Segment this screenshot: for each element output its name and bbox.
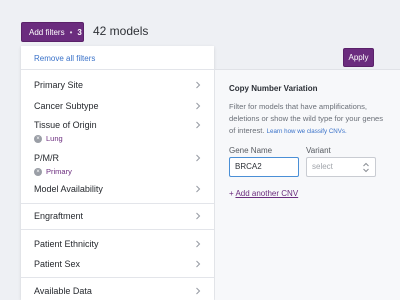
add-another-cnv-link[interactable]: + Add another CNV [229,189,298,198]
sidebar-item-tissue-of-origin[interactable]: Tissue of Origin × Lung [34,120,202,146]
cnv-filter-panel: Copy Number Variation Filter for models … [215,69,400,300]
chevron-right-icon [194,185,202,193]
variant-select[interactable]: select [306,157,376,177]
chevron-right-icon [194,81,202,89]
add-filters-button[interactable]: Add filters • 3 [21,22,84,42]
sidebar-item-label: Patient Sex [34,259,81,269]
chevron-right-icon [194,260,202,268]
variant-label: Variant [306,146,331,155]
sidebar-item-label: Engraftment [34,211,84,221]
add-cnv-label: Add another CNV [235,189,299,198]
models-count: 42 models [93,24,149,38]
separator-dot: • [69,27,73,37]
panel-title: Copy Number Variation [229,84,318,93]
divider [21,277,214,278]
gene-name-label: Gene Name [229,146,273,155]
chip-label: Primary [46,167,72,176]
filter-chip: × Primary [34,167,72,176]
filters-count-badge: 3 [77,27,82,37]
add-filters-label: Add filters [29,27,65,37]
top-bar: Add filters • 3 42 models [0,0,400,46]
sidebar-item-model-availability[interactable]: Model Availability [34,184,202,196]
divider [21,69,214,70]
sidebar-item-label: Model Availability [34,184,103,194]
variant-select-placeholder: select [312,162,333,171]
chevron-right-icon [194,102,202,110]
sidebar-item-label: Patient Ethnicity [34,239,99,249]
sidebar-item-available-data[interactable]: Available Data [34,286,202,298]
apply-button[interactable]: Apply [343,48,374,67]
sidebar-item-label: Available Data [34,286,92,296]
divider [21,229,214,230]
sidebar-item-patient-ethnicity[interactable]: Patient Ethnicity [34,239,202,251]
chevron-right-icon [194,154,202,162]
panel-description: Filter for models that have amplificatio… [229,101,389,138]
select-updown-icon [362,162,370,173]
chevron-right-icon [194,240,202,248]
sidebar-item-patient-sex[interactable]: Patient Sex [34,259,202,271]
chevron-right-icon [194,287,202,295]
chevron-right-icon [194,212,202,220]
filter-sidebar: Remove all filters Primary Site Cancer S… [21,46,214,300]
sidebar-item-label: Cancer Subtype [34,101,99,111]
filter-chip: × Lung [34,134,63,143]
sidebar-item-label: Primary Site [34,80,84,90]
sidebar-item-label: Tissue of Origin [34,120,97,130]
divider [21,203,214,204]
sidebar-item-cancer-subtype[interactable]: Cancer Subtype [34,101,202,113]
gene-name-input[interactable]: BRCA2 [229,157,299,177]
sidebar-item-engraftment[interactable]: Engraftment [34,211,202,223]
sidebar-item-primary-site[interactable]: Primary Site [34,80,202,92]
sidebar-item-label: P/M/R [34,153,60,163]
sidebar-item-pmr[interactable]: P/M/R × Primary [34,153,202,179]
remove-chip-icon[interactable]: × [34,167,42,176]
chip-label: Lung [46,134,63,143]
chevron-right-icon [194,121,202,129]
plus-icon: + [229,189,234,198]
learn-cnv-link[interactable]: Learn how we classify CNVs. [267,128,347,135]
remove-chip-icon[interactable]: × [34,134,42,143]
remove-all-filters-link[interactable]: Remove all filters [34,54,95,63]
